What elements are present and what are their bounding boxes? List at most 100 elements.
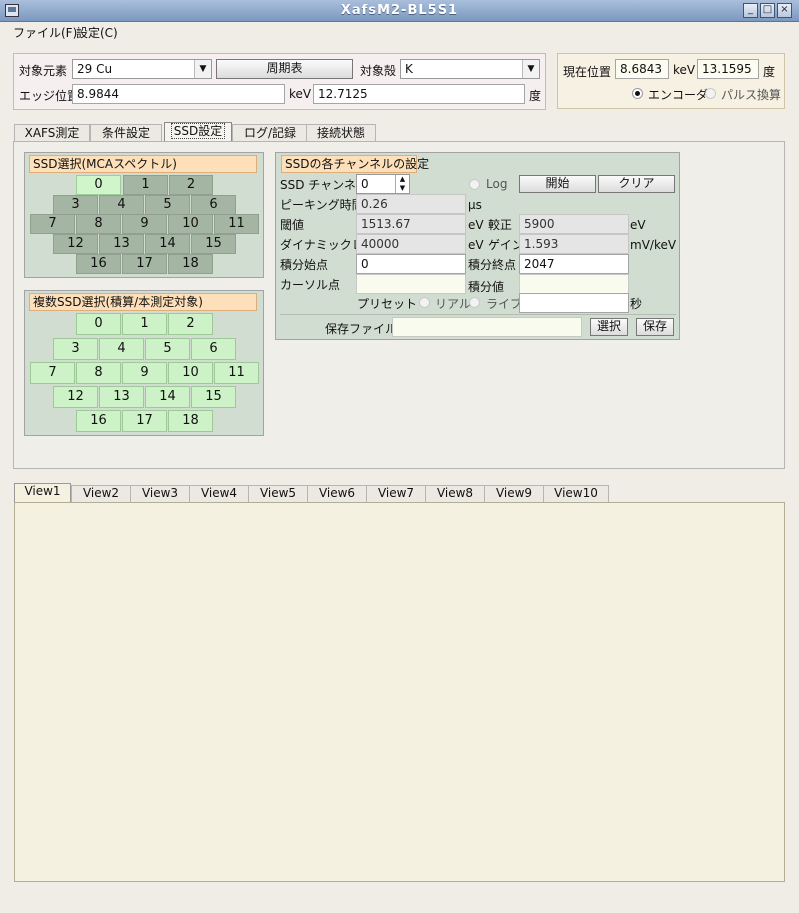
multi-ssd-button-12[interactable]: 12 [53, 386, 98, 408]
save-file-button[interactable]: 保存 [636, 318, 674, 336]
multi-ssd-button-17[interactable]: 17 [122, 410, 167, 432]
multi-ssd-button-13[interactable]: 13 [99, 386, 144, 408]
position-deg-unit: 度 [763, 65, 776, 79]
preset-field[interactable] [519, 293, 629, 313]
encoder-label: エンコーダ [648, 88, 709, 102]
int-end-field[interactable]: 2047 [519, 254, 629, 274]
tab-view3[interactable]: View3 [130, 485, 190, 502]
tab-view10[interactable]: View10 [543, 485, 609, 502]
ssd-button-11[interactable]: 11 [214, 214, 259, 234]
ssd-button-10[interactable]: 10 [168, 214, 213, 234]
view-area[interactable] [14, 502, 785, 882]
live-radio[interactable] [469, 297, 480, 308]
ssd-button-14[interactable]: 14 [145, 234, 190, 254]
ssd-button-0[interactable]: 0 [76, 175, 121, 195]
tab-log[interactable]: ログ/記録 [232, 124, 308, 142]
ssd-button-8[interactable]: 8 [76, 214, 121, 234]
chevron-down-icon: ▼ [194, 60, 211, 78]
shell-label: 対象殻 [360, 64, 397, 78]
dynamic-range-unit: eV [468, 238, 484, 252]
menu-settings[interactable]: 設定(C) [76, 24, 118, 41]
close-button[interactable]: × [777, 3, 792, 18]
ssd-button-3[interactable]: 3 [53, 195, 98, 215]
encoder-radio[interactable] [632, 88, 643, 99]
pulse-radio[interactable] [705, 88, 716, 99]
multi-ssd-button-7[interactable]: 7 [30, 362, 75, 384]
ssd-button-6[interactable]: 6 [191, 195, 236, 215]
clear-button[interactable]: クリア [598, 175, 675, 193]
log-radio[interactable] [469, 179, 480, 190]
tab-connection[interactable]: 接続状態 [306, 124, 376, 142]
multi-ssd-button-2[interactable]: 2 [168, 313, 213, 335]
multi-ssd-button-14[interactable]: 14 [145, 386, 190, 408]
tab-ssd[interactable]: SSD設定 [164, 122, 232, 143]
menu-file[interactable]: ファイル(F) [13, 24, 77, 41]
tab-xafs[interactable]: XAFS測定 [14, 124, 90, 142]
tab-view8[interactable]: View8 [425, 485, 485, 502]
multi-ssd-button-6[interactable]: 6 [191, 338, 236, 360]
tab-view1[interactable]: View1 [14, 483, 71, 503]
gain-field: 1.593 [519, 234, 629, 254]
ssd-button-2[interactable]: 2 [169, 175, 213, 195]
periodic-table-button[interactable]: 周期表 [216, 59, 353, 79]
element-value: 29 Cu [77, 62, 113, 76]
multi-ssd-button-8[interactable]: 8 [76, 362, 121, 384]
tab-view5[interactable]: View5 [248, 485, 308, 502]
chevron-up-icon[interactable]: ▲ [395, 175, 409, 184]
shell-value: K [405, 62, 413, 76]
cursor-field [356, 274, 466, 294]
tab-conditions[interactable]: 条件設定 [90, 124, 162, 142]
int-start-field[interactable]: 0 [356, 254, 466, 274]
multi-ssd-button-16[interactable]: 16 [76, 410, 121, 432]
multi-ssd-button-4[interactable]: 4 [99, 338, 144, 360]
maximize-button[interactable]: □ [760, 3, 775, 18]
multi-ssd-button-5[interactable]: 5 [145, 338, 190, 360]
pulse-label: パルス換算 [721, 88, 782, 102]
threshold-field: 1513.67 [356, 214, 466, 234]
int-start-label: 積分始点 [280, 258, 329, 272]
minimize-button[interactable]: _ [743, 3, 758, 18]
ssd-button-9[interactable]: 9 [122, 214, 167, 234]
ssd-button-1[interactable]: 1 [123, 175, 168, 195]
log-label: Log [486, 177, 508, 191]
multi-ssd-button-1[interactable]: 1 [122, 313, 167, 335]
channel-settings-title: SSDの各チャンネルの設定 [281, 155, 429, 173]
multi-ssd-button-10[interactable]: 10 [168, 362, 213, 384]
multi-ssd-button-0[interactable]: 0 [76, 313, 121, 335]
multi-ssd-button-18[interactable]: 18 [168, 410, 213, 432]
ssd-button-4[interactable]: 4 [99, 195, 144, 215]
tab-view9[interactable]: View9 [484, 485, 544, 502]
ssd-button-12[interactable]: 12 [53, 234, 98, 254]
ssd-button-7[interactable]: 7 [30, 214, 75, 234]
ssd-button-16[interactable]: 16 [76, 254, 121, 274]
save-file-field[interactable] [392, 317, 582, 337]
threshold-unit: eV [468, 218, 484, 232]
ssd-channel-label: SSD チャンネル [280, 178, 368, 192]
start-button[interactable]: 開始 [519, 175, 596, 193]
ssd-channel-spinner[interactable]: 0 ▲ ▼ [356, 174, 410, 194]
int-value-label: 積分値 [468, 280, 505, 294]
select-file-button[interactable]: 選択 [590, 318, 628, 336]
multi-ssd-button-15[interactable]: 15 [191, 386, 236, 408]
ssd-button-17[interactable]: 17 [122, 254, 167, 274]
tab-view2[interactable]: View2 [71, 485, 131, 502]
element-combo[interactable]: 29 Cu ▼ [72, 59, 212, 79]
multi-ssd-button-9[interactable]: 9 [122, 362, 167, 384]
edge-deg-field[interactable]: 12.7125 [313, 84, 525, 104]
peaking-unit: μs [468, 198, 482, 212]
shell-combo[interactable]: K ▼ [400, 59, 540, 79]
tab-view4[interactable]: View4 [189, 485, 249, 502]
chevron-down-icon[interactable]: ▼ [395, 184, 409, 193]
multi-ssd-button-11[interactable]: 11 [214, 362, 259, 384]
multi-ssd-button-3[interactable]: 3 [53, 338, 98, 360]
ssd-button-15[interactable]: 15 [191, 234, 236, 254]
ssd-button-18[interactable]: 18 [168, 254, 213, 274]
tab-view6[interactable]: View6 [307, 485, 367, 502]
ssd-button-5[interactable]: 5 [145, 195, 190, 215]
real-radio[interactable] [419, 297, 430, 308]
edge-kev-field[interactable]: 8.9844 [72, 84, 285, 104]
ssd-button-13[interactable]: 13 [99, 234, 144, 254]
multi-ssd-title: 複数SSD選択(積算/本測定対象) [29, 293, 257, 311]
edge-kev-unit: keV [289, 87, 312, 101]
tab-view7[interactable]: View7 [366, 485, 426, 502]
